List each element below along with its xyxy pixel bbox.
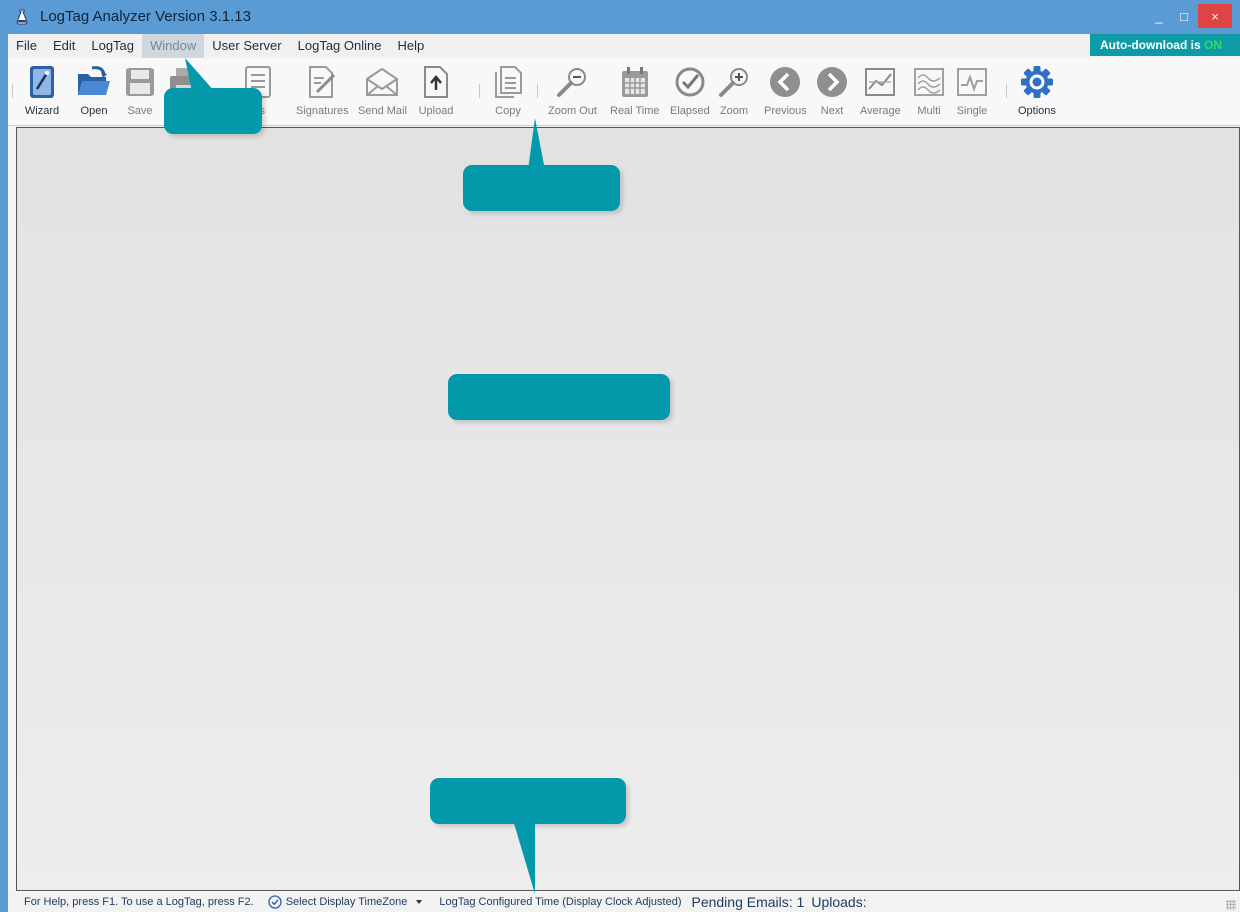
real-time-label: Real Time (610, 105, 660, 117)
status-bar: For Help, press F1. To use a LogTag, pre… (8, 892, 1240, 912)
previous-button[interactable]: Previous (764, 64, 807, 117)
help-text: For Help, press F1. To use a LogTag, pre… (24, 896, 254, 908)
app-window: LogTag Analyzer Version 3.1.13 _ □ × Fil… (0, 0, 1240, 912)
previous-arrow-icon (770, 67, 801, 97)
zoom-label: Zoom (719, 105, 749, 117)
single-chart-icon (957, 68, 987, 96)
upload-icon (424, 66, 448, 98)
next-button[interactable]: Next (814, 64, 850, 117)
app-logo-icon (16, 9, 28, 25)
real-time-button[interactable]: Real Time (610, 64, 660, 117)
open-label: Open (80, 105, 108, 117)
calendar-icon (621, 67, 648, 97)
save-label: Save (127, 105, 153, 117)
open-folder-icon (78, 66, 110, 95)
save-button[interactable]: Save (122, 64, 158, 117)
timezone-selector[interactable]: Select Display TimeZone (268, 895, 424, 909)
elapsed-clock-icon (675, 67, 705, 97)
options-button[interactable]: Options (1018, 64, 1056, 117)
multi-button[interactable]: Multi (911, 64, 947, 117)
wizard-button[interactable]: Wizard (24, 64, 60, 117)
wizard-label: Wizard (24, 105, 60, 117)
callout-workspace (448, 374, 670, 420)
save-disk-icon (126, 68, 154, 96)
next-arrow-icon (817, 67, 847, 97)
auto-download-state: ON (1204, 38, 1222, 52)
toolbar-separator (479, 84, 480, 98)
menu-user-server[interactable]: User Server (204, 34, 289, 58)
average-button[interactable]: Average (860, 64, 901, 117)
dropdown-arrow-icon (416, 900, 423, 904)
send-mail-button[interactable]: Send Mail (358, 64, 407, 117)
copy-label: Copy (495, 105, 521, 117)
single-label: Single (956, 105, 988, 117)
menu-help[interactable]: Help (389, 34, 432, 58)
timezone-label: Select Display TimeZone (285, 896, 408, 908)
main-workspace[interactable] (16, 127, 1240, 891)
close-button[interactable]: × (1198, 4, 1232, 28)
auto-download-label: Auto-download is (1100, 38, 1204, 52)
zoom-in-icon (719, 68, 748, 97)
menu-bar: File Edit LogTag Window User Server LogT… (8, 34, 1240, 58)
title-bar[interactable]: LogTag Analyzer Version 3.1.13 _ □ × (0, 0, 1240, 34)
zoom-out-icon (557, 68, 587, 97)
zoom-out-button[interactable]: Zoom Out (548, 64, 597, 117)
options-label: Options (1018, 105, 1056, 117)
average-label: Average (860, 105, 901, 117)
callout-pointer-status (513, 820, 535, 894)
clock-check-icon (268, 895, 282, 909)
upload-label: Upload (418, 105, 454, 117)
pending-emails: Pending Emails: 1 (691, 894, 805, 910)
toolbar-separator (1006, 84, 1007, 98)
callout-toolbar (463, 165, 620, 211)
uploads-status: Uploads: (811, 894, 867, 910)
elapsed-button[interactable]: Elapsed (670, 64, 710, 117)
elapsed-label: Elapsed (670, 105, 710, 117)
send-mail-label: Send Mail (358, 105, 407, 117)
zoom-out-label: Zoom Out (548, 105, 597, 117)
menu-logtag-online[interactable]: LogTag Online (290, 34, 390, 58)
average-chart-icon (865, 68, 896, 96)
signature-icon (309, 66, 336, 98)
resize-grip[interactable] (1226, 900, 1236, 910)
mail-envelope-icon (366, 67, 399, 96)
multi-chart-icon (914, 68, 944, 96)
maximize-button[interactable]: □ (1172, 4, 1196, 28)
previous-label: Previous (764, 105, 807, 117)
menu-edit[interactable]: Edit (45, 34, 83, 58)
menu-window[interactable]: Window (142, 34, 205, 58)
copy-document-icon (495, 66, 522, 98)
minimize-button[interactable]: _ (1148, 4, 1170, 28)
signatures-button[interactable]: Signatures (296, 64, 349, 117)
callout-window-menu (164, 88, 262, 134)
time-mode-text: LogTag Configured Time (Display Clock Ad… (439, 896, 682, 908)
auto-download-status[interactable]: Auto-download is ON (1090, 34, 1240, 56)
menu-file[interactable]: File (8, 34, 45, 58)
toolbar-separator (12, 84, 13, 98)
menu-logtag[interactable]: LogTag (83, 34, 142, 58)
single-button[interactable]: Single (954, 64, 990, 117)
copy-button[interactable]: Copy (490, 64, 526, 117)
window-title: LogTag Analyzer Version 3.1.13 (40, 8, 251, 25)
open-button[interactable]: Open (76, 64, 112, 117)
signatures-label: Signatures (296, 105, 349, 117)
zoom-button[interactable]: Zoom (716, 64, 752, 117)
options-gear-icon (1020, 66, 1053, 98)
wizard-icon (30, 66, 54, 98)
toolbar-separator (537, 84, 538, 98)
multi-label: Multi (917, 105, 941, 117)
next-label: Next (820, 105, 844, 117)
upload-button[interactable]: Upload (418, 64, 454, 117)
